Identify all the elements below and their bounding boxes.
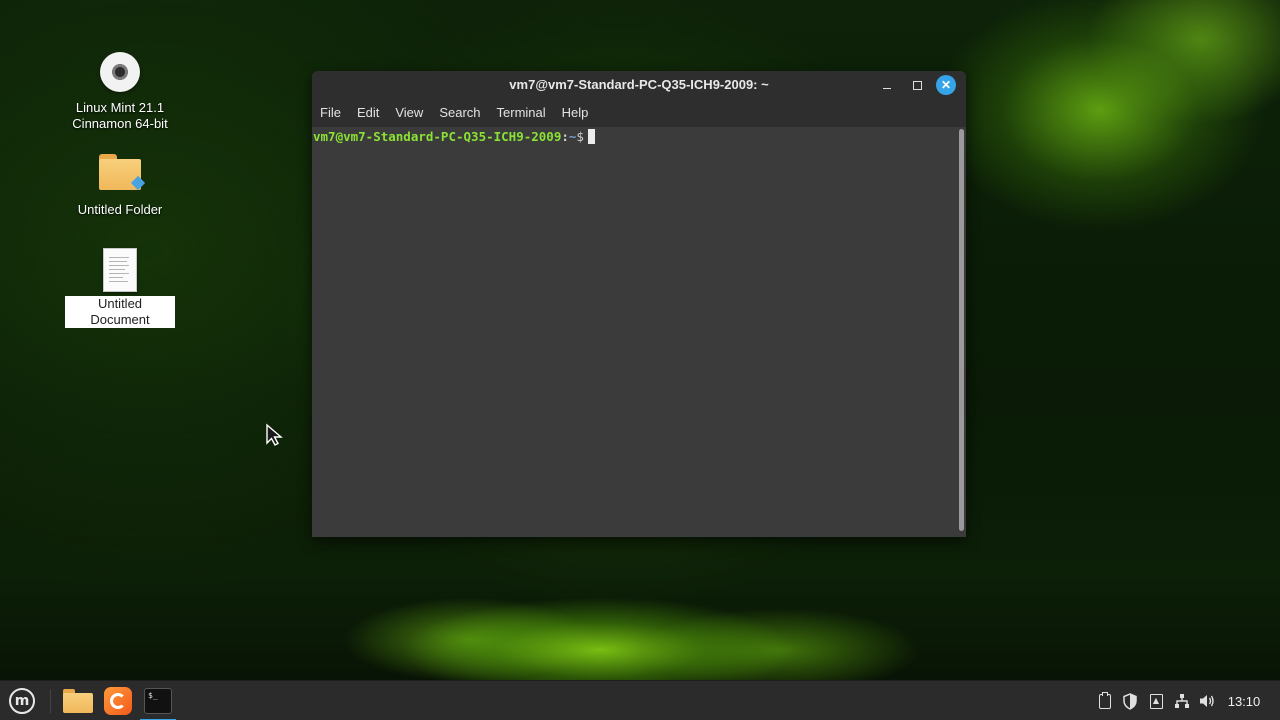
menu-file[interactable]: File (312, 99, 349, 127)
volume-icon (1199, 695, 1214, 707)
clock[interactable]: 13:10 (1222, 681, 1266, 720)
desktop-icon-label: Linux Mint 21.1 (75, 100, 165, 115)
scrollbar[interactable] (959, 129, 964, 531)
desktop-icon-label: Untitled Folder (77, 202, 163, 217)
terminal-output-area[interactable]: vm7@vm7-Standard-PC-Q35-ICH9-2009:~$ (312, 127, 966, 537)
network-icon (1175, 694, 1189, 708)
prompt-separator: : (561, 129, 569, 144)
start-menu-button[interactable]: m (0, 681, 44, 720)
window-title: vm7@vm7-Standard-PC-Q35-ICH9-2009: ~ (509, 77, 769, 92)
terminal-icon: $_ (144, 688, 172, 714)
taskbar: m $_ ▲ 13:10 (0, 680, 1280, 720)
prompt-user-host: vm7@vm7-Standard-PC-Q35-ICH9-2009 (313, 129, 562, 144)
minimize-button[interactable] (877, 75, 897, 95)
prompt-symbol: $ (576, 129, 584, 144)
clipboard-applet[interactable] (1094, 681, 1116, 720)
menu-edit[interactable]: Edit (349, 99, 387, 127)
update-manager-applet[interactable]: ▲ (1145, 681, 1167, 720)
window-titlebar[interactable]: vm7@vm7-Standard-PC-Q35-ICH9-2009: ~ ✕ (312, 71, 966, 99)
desktop-icon-linux-mint-disc[interactable]: Linux Mint 21.1 Cinnamon 64-bit (64, 52, 176, 132)
firefox-icon (104, 687, 132, 715)
linux-mint-logo-icon: m (9, 688, 35, 714)
menu-search[interactable]: Search (431, 99, 488, 127)
close-button[interactable]: ✕ (936, 75, 956, 95)
close-icon: ✕ (940, 78, 952, 92)
menu-terminal[interactable]: Terminal (489, 99, 554, 127)
desktop-icon-label: Untitled (97, 296, 143, 311)
prompt-line: vm7@vm7-Standard-PC-Q35-ICH9-2009:~$ (313, 128, 595, 145)
desktop-icon-label: Cinnamon 64-bit (72, 116, 168, 131)
shield-applet[interactable] (1119, 681, 1141, 720)
shield-icon (1123, 692, 1137, 710)
files-icon (63, 689, 93, 713)
folder-icon (98, 154, 146, 198)
clipboard-icon (1099, 691, 1111, 709)
document-icon (98, 248, 142, 292)
menubar: File Edit View Search Terminal Help (312, 99, 966, 127)
minimize-icon (883, 87, 891, 89)
text-cursor (587, 129, 595, 144)
disc-icon (98, 52, 142, 96)
menu-help[interactable]: Help (554, 99, 597, 127)
terminal-window[interactable]: vm7@vm7-Standard-PC-Q35-ICH9-2009: ~ ✕ F… (312, 71, 966, 537)
maximize-button[interactable] (907, 75, 927, 95)
network-applet[interactable] (1170, 681, 1194, 720)
menu-view[interactable]: View (387, 99, 431, 127)
taskbar-divider (50, 689, 51, 713)
terminal-launcher[interactable]: $_ (138, 681, 178, 720)
mouse-pointer-icon (265, 423, 285, 451)
desktop-icon-untitled-document[interactable]: Untitled Document (64, 248, 176, 328)
desktop-icon-label: Document (90, 312, 150, 327)
firefox-launcher[interactable] (98, 681, 138, 720)
update-manager-icon: ▲ (1149, 693, 1163, 709)
desktop-icon-untitled-folder[interactable]: Untitled Folder (64, 150, 176, 218)
files-launcher[interactable] (58, 681, 98, 720)
maximize-icon (912, 80, 922, 90)
volume-applet[interactable] (1196, 681, 1218, 720)
